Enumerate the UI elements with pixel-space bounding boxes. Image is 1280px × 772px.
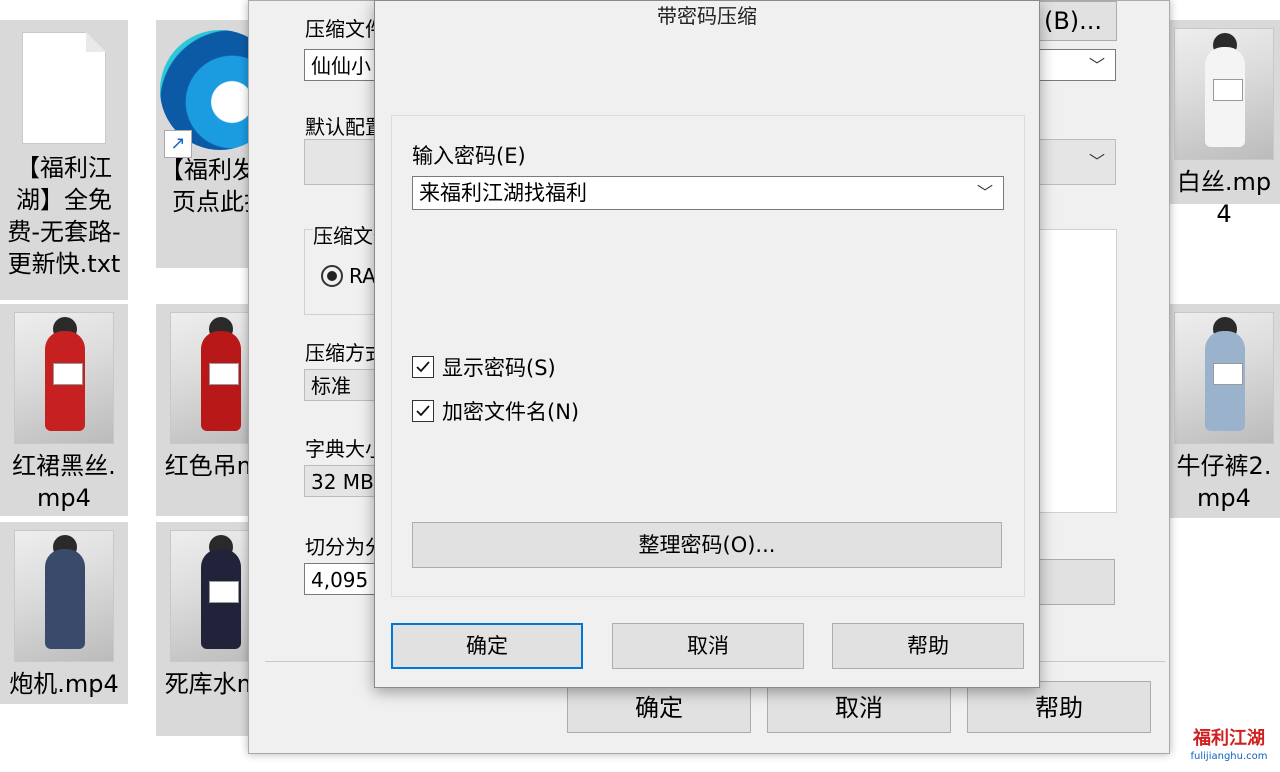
method-select[interactable]: 标准 [304, 369, 384, 401]
split-combo[interactable]: 4,095 M [304, 563, 384, 595]
video-thumbnail-icon [14, 530, 114, 662]
encrypt-filenames-label: 加密文件名(N) [442, 400, 580, 424]
desktop-icon-label: 牛仔裤2.mp4 [1176, 452, 1272, 512]
video-thumbnail-icon [14, 312, 114, 444]
chevron-down-icon: ﹀ [1088, 152, 1105, 171]
desktop-icon-txt[interactable]: 【福利江湖】全免费-无套路-更新快.txt [0, 20, 128, 300]
chevron-down-icon[interactable]: ﹀ [977, 177, 993, 209]
watermark-text: 福利江湖 [1193, 728, 1265, 749]
dictionary-select[interactable]: 32 MB [304, 465, 384, 497]
password-value: 来福利江湖找福利 [419, 181, 587, 205]
video-thumbnail-icon [1174, 312, 1274, 444]
desktop-icon-label: 红裙黑丝.mp4 [12, 452, 116, 512]
browse-button[interactable]: (B)... [1029, 1, 1117, 41]
dialog-title: 带密码压缩 [657, 4, 757, 28]
format-radio[interactable]: RA [321, 264, 376, 288]
password-input[interactable]: 来福利江湖找福利 ﹀ [412, 176, 1004, 210]
checkbox-checked-icon [412, 356, 434, 378]
profile-label: 默认配置 [305, 115, 385, 139]
shortcut-arrow-icon: ↗ [164, 130, 192, 158]
desktop-icon-label: 白丝.mp4 [1176, 168, 1272, 228]
dictionary-label: 字典大小 [305, 437, 385, 461]
show-password-checkbox[interactable]: 显示密码(S) [412, 352, 556, 382]
watermark-logo: 福利江湖 fulijianghu.com [1184, 728, 1274, 768]
chevron-down-icon: ﹀ [1088, 56, 1105, 75]
method-label: 压缩方式 [305, 341, 385, 365]
options-panel [1039, 229, 1117, 513]
desktop-icon-label: 【福利江湖】全免费-无套路-更新快.txt [7, 154, 121, 278]
checkbox-checked-icon [412, 400, 434, 422]
radio-selected-icon [321, 265, 343, 287]
desktop-icon-label: 炮机.mp4 [9, 670, 119, 698]
ok-button[interactable]: 确定 [391, 623, 583, 669]
desktop-icon-video-6[interactable]: 牛仔裤2.mp4 [1168, 304, 1280, 518]
cancel-button[interactable]: 取消 [612, 623, 804, 669]
watermark-url: fulijianghu.com [1190, 751, 1268, 762]
bg-ok-button[interactable]: 确定 [567, 681, 751, 733]
encrypt-filenames-checkbox[interactable]: 加密文件名(N) [412, 396, 579, 426]
text-file-icon [22, 32, 106, 144]
desktop-icon-video-5[interactable]: 白丝.mp4 [1168, 20, 1280, 228]
video-thumbnail-icon [1174, 28, 1274, 160]
desktop-icon-video-2[interactable]: 炮机.mp4 [0, 522, 128, 704]
organize-passwords-button[interactable]: 整理密码(O)... [412, 522, 1002, 568]
password-label: 输入密码(E) [412, 144, 526, 168]
show-password-label: 显示密码(S) [442, 356, 556, 380]
archive-name-value: 仙仙小 [311, 54, 371, 78]
password-dialog: 带密码压缩 输入密码(E) 来福利江湖找福利 ﹀ 显示密码(S) 加密文件名(N… [374, 0, 1040, 688]
bg-help-button[interactable]: 帮助 [967, 681, 1151, 733]
password-group: 输入密码(E) 来福利江湖找福利 ﹀ 显示密码(S) 加密文件名(N) 整理密码… [391, 115, 1025, 597]
archive-name-label: 压缩文件 [305, 17, 385, 41]
set-password-button[interactable] [1039, 559, 1115, 605]
desktop-icon-video-1[interactable]: 红裙黑丝.mp4 [0, 304, 128, 516]
help-button[interactable]: 帮助 [832, 623, 1024, 669]
bg-cancel-button[interactable]: 取消 [767, 681, 951, 733]
